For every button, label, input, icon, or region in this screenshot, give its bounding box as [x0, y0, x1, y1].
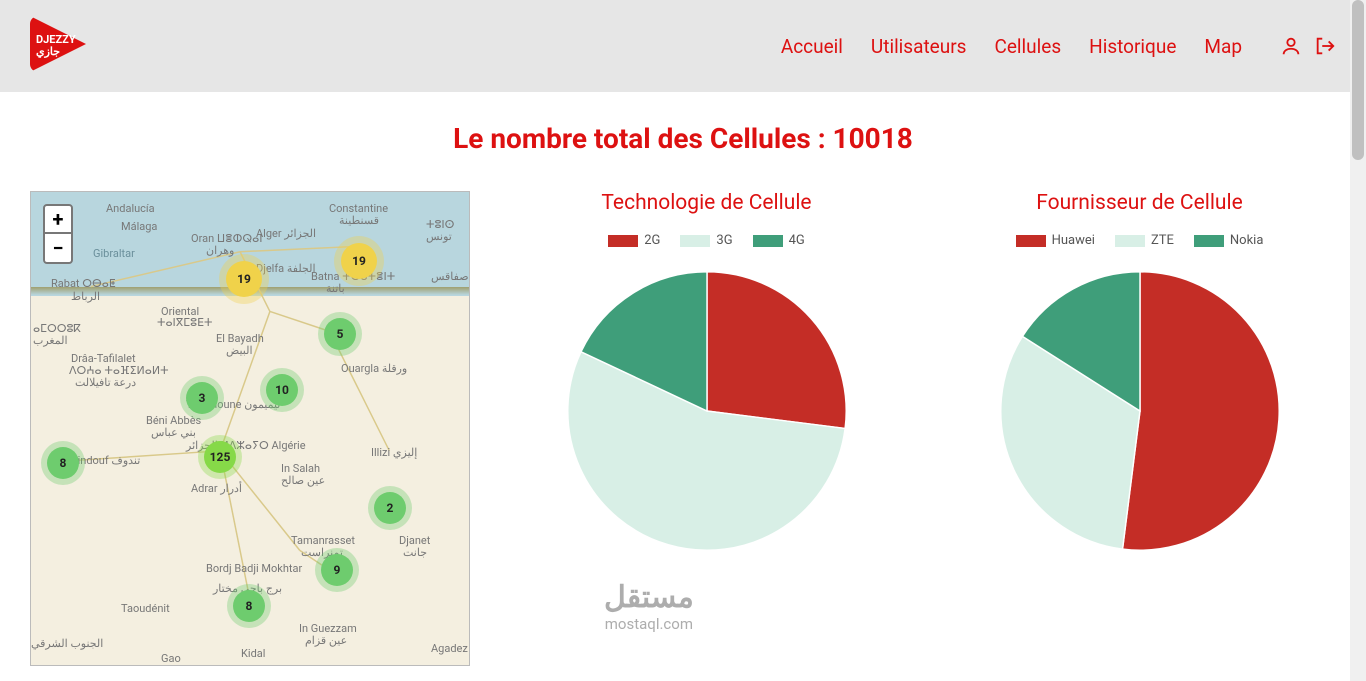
brand-name: DJEZZY	[36, 33, 76, 46]
map-place-label: باتنة	[326, 282, 345, 295]
user-icon[interactable]	[1280, 35, 1302, 57]
map-place-label: وهران	[206, 244, 234, 257]
map-place-label: Agadez	[431, 642, 468, 655]
map-place-label: Tindouf تندوف	[71, 454, 140, 467]
map-place-label: Alger الجزائر	[256, 227, 316, 240]
brand-logo[interactable]: DJEZZY جازي	[30, 16, 110, 76]
cluster-marker[interactable]: 5	[324, 318, 356, 350]
chart-legend: 2G 3G 4G	[608, 233, 805, 248]
legend-item: Nokia	[1194, 233, 1264, 248]
cluster-marker[interactable]: 19	[226, 261, 262, 297]
nav-map[interactable]: Map	[1204, 35, 1242, 58]
map-place-label: Málaga	[121, 220, 157, 233]
legend-label: Huawei	[1052, 233, 1095, 248]
scrollbar[interactable]	[1350, 0, 1366, 681]
map-place-label: صفاقس	[431, 270, 469, 283]
legend-label: 3G	[716, 233, 732, 248]
map-place-label: عين قزام	[305, 634, 347, 647]
map-place-label: قسنطينة	[339, 214, 379, 227]
map-place-label: البيض	[226, 344, 253, 357]
map-place-label: الجنوب الشرقي	[31, 637, 103, 650]
chart-legend: Huawei ZTE Nokia	[1016, 233, 1264, 248]
cluster-marker[interactable]: 19	[341, 243, 377, 279]
legend-label: Nokia	[1230, 233, 1264, 248]
map-place-label: المغرب	[33, 334, 68, 347]
nav-utilisateurs[interactable]: Utilisateurs	[871, 35, 967, 58]
nav-cellules[interactable]: Cellules	[994, 35, 1061, 58]
chart-title: Technologie de Cellule	[601, 191, 811, 215]
legend-swatch	[1016, 235, 1046, 247]
map-place-label: Illizi إليزي	[371, 446, 417, 459]
legend-swatch	[680, 235, 710, 247]
header-bar: DJEZZY جازي Accueil Utilisateurs Cellule…	[0, 0, 1366, 92]
legend-item: ZTE	[1115, 233, 1174, 248]
map-place-label: Taoudénit	[121, 602, 170, 615]
pie-slice	[707, 272, 846, 429]
legend-label: 2G	[644, 233, 660, 248]
map-place-label: Gibraltar	[93, 247, 135, 260]
cluster-marker[interactable]: 2	[374, 492, 406, 524]
map-place-label: ⵜⴰⵏⴳⵎⵓⴹⵜ	[157, 316, 212, 329]
legend-swatch	[608, 235, 638, 247]
nav-accueil[interactable]: Accueil	[781, 35, 843, 58]
map-place-label: تونس	[426, 230, 452, 243]
legend-swatch	[1115, 235, 1145, 247]
map-place-label: الرباط	[71, 290, 100, 303]
cluster-marker[interactable]: 10	[266, 374, 298, 406]
map-place-label: Andalucía	[106, 202, 155, 215]
logout-icon[interactable]	[1314, 35, 1336, 57]
cluster-marker[interactable]: 8	[233, 590, 265, 622]
cluster-marker[interactable]: 9	[321, 554, 353, 586]
brand-name-ar: جازي	[36, 45, 60, 58]
legend-label: ZTE	[1151, 233, 1174, 248]
legend-item: Huawei	[1016, 233, 1095, 248]
cluster-marker[interactable]: 3	[186, 382, 218, 414]
legend-item: 2G	[608, 233, 660, 248]
page-title: Le nombre total des Cellules : 10018	[30, 122, 1336, 155]
map-place-label: Gao	[161, 652, 181, 665]
nav-historique[interactable]: Historique	[1089, 35, 1176, 58]
map-place-label: Kidal	[241, 647, 265, 660]
map-place-label: جانت	[403, 546, 427, 559]
map-place-label: Adrar أدرار	[191, 482, 242, 495]
pie-chart	[995, 266, 1285, 556]
legend-item: 4G	[753, 233, 805, 248]
chart-title: Fournisseur de Cellule	[1036, 191, 1243, 215]
map-zoom-control: + −	[43, 204, 73, 264]
legend-swatch	[1194, 235, 1224, 247]
map-place-label: Djelfa الجلفة	[256, 262, 316, 275]
map-place-label: عين صالح	[281, 474, 325, 487]
map-place-label: الجزائر ⵍⴷⵣⴰⵢⵔ Algérie	[186, 439, 306, 452]
cluster-marker[interactable]: 8	[47, 447, 79, 479]
cluster-marker[interactable]: 125	[204, 441, 236, 473]
pie-slice	[1122, 272, 1279, 550]
map-place-label: Ouargla ورقلة	[341, 362, 407, 375]
content-area: Le nombre total des Cellules : 10018 + −…	[0, 92, 1366, 681]
map-place-label: بني عباس	[151, 426, 196, 439]
chart-supplier: Fournisseur de Cellule Huawei ZTE Nokia	[943, 191, 1336, 556]
pie-chart	[562, 266, 852, 556]
map-place-label: Rabat ⵔⴱⴰⵟ	[51, 277, 116, 290]
cluster-map[interactable]: + − AndalucíaMálagaGibraltarRabat ⵔⴱⴰⵟال…	[30, 191, 470, 666]
map-place-label: Bordj Badji Mokhtar	[206, 562, 302, 575]
legend-item: 3G	[680, 233, 732, 248]
zoom-out-button[interactable]: −	[45, 234, 71, 262]
zoom-in-button[interactable]: +	[45, 206, 71, 234]
map-place-label: ⵜⵓⵏⵙ	[426, 218, 454, 231]
main-nav: Accueil Utilisateurs Cellules Historique…	[781, 35, 1336, 58]
map-place-label: درعة تافيلالت	[75, 376, 136, 389]
chart-technology: Technologie de Cellule 2G 3G 4G	[510, 191, 903, 556]
legend-label: 4G	[789, 233, 805, 248]
legend-swatch	[753, 235, 783, 247]
